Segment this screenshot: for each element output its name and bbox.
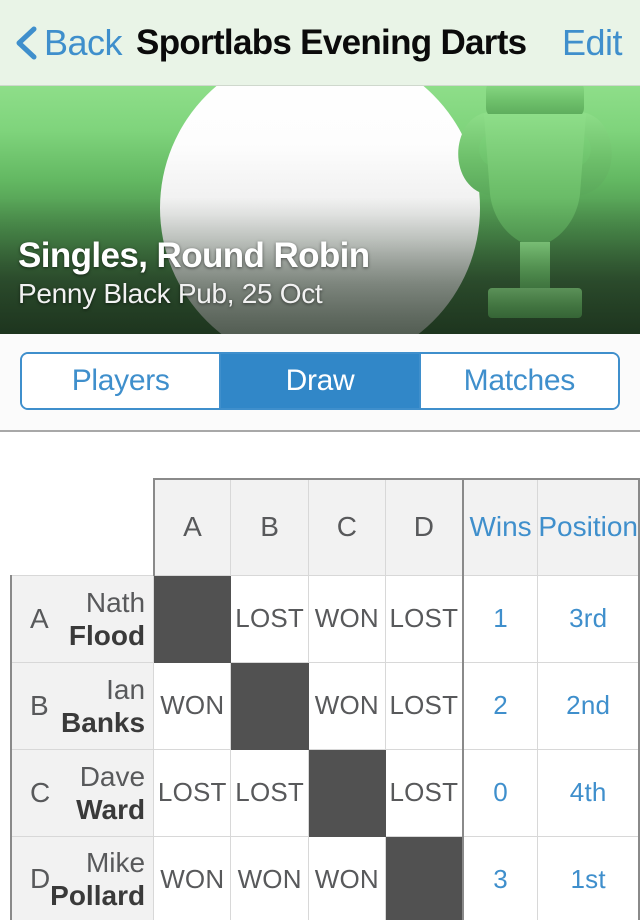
result-cell[interactable]: WON [307,574,386,663]
app-screen: Back Sportlabs Evening Darts Edit Single… [0,0,640,920]
diagonal-cell [153,574,232,663]
edit-button[interactable]: Edit [562,22,623,64]
draw-table: A B C D Wins Position A Nath Flood LOST … [10,478,640,920]
draw-table-container: A B C D Wins Position A Nath Flood LOST … [0,432,640,920]
player-name: Nath Flood [69,585,145,651]
wins-cell: 3 [461,835,539,920]
diagonal-cell [230,661,309,750]
row-letter: B [30,689,49,721]
row-letter: D [30,863,51,895]
chevron-left-icon [12,23,42,63]
diagonal-cell [307,748,386,837]
table-row[interactable]: C Dave Ward LOST LOST LOST 0 4th [10,748,640,837]
table-corner-cell [11,479,154,575]
segmented-control[interactable]: Players Draw Matches [20,352,620,410]
wins-cell: 2 [461,661,539,750]
hero-banner: Singles, Round Robin Penny Black Pub, 25… [0,86,640,334]
column-header-position[interactable]: Position [537,478,640,576]
position-cell: 2nd [537,661,640,750]
row-header-b[interactable]: B Ian Banks [10,661,155,750]
row-header-c[interactable]: C Dave Ward [10,748,155,837]
table-header-row: A B C D Wins Position [11,478,640,576]
result-cell[interactable]: WON [230,835,309,920]
result-cell[interactable]: LOST [230,574,309,663]
tab-draw-label: Draw [285,364,355,397]
table-row[interactable]: D Mike Pollard WON WON WON 3 1st [10,835,640,920]
player-first-name: Ian [106,673,146,705]
player-last-name: Flood [68,619,146,651]
share-icon[interactable] [455,258,507,306]
result-cell[interactable]: LOST [230,748,309,837]
wins-cell: 1 [461,574,539,663]
diagonal-cell [384,835,464,920]
tab-players-label: Players [71,364,170,397]
player-name: Dave Ward [76,759,145,825]
player-last-name: Banks [61,706,146,738]
table-row[interactable]: B Ian Banks WON WON LOST 2 2nd [10,661,640,750]
player-first-name: Dave [79,760,146,792]
tab-matches[interactable]: Matches [420,354,618,408]
back-button-label: Back [44,21,123,63]
position-cell: 4th [537,748,640,837]
player-name: Mike Pollard [50,846,145,912]
player-last-name: Ward [76,793,146,825]
player-first-name: Nath [85,586,146,618]
table-row[interactable]: A Nath Flood LOST WON LOST 1 3rd [10,574,640,663]
tab-players[interactable]: Players [22,354,222,408]
hero-subtitle: Penny Black Pub, 25 Oct [18,278,323,309]
wins-cell: 0 [461,748,539,837]
tab-matches-label: Matches [463,364,576,397]
position-cell: 1st [537,835,640,920]
photo-icon[interactable] [552,250,616,314]
row-header-d[interactable]: D Mike Pollard [10,835,155,920]
result-cell[interactable]: LOST [384,748,464,837]
column-header-a[interactable]: A [152,478,232,576]
position-cell: 3rd [537,574,640,663]
player-name: Ian Banks [61,672,145,738]
row-letter: A [30,602,49,634]
result-cell[interactable]: WON [153,835,232,920]
result-cell[interactable]: LOST [153,748,232,837]
hero-title: Singles, Round Robin [18,236,370,275]
column-header-wins[interactable]: Wins [461,478,539,576]
tab-draw[interactable]: Draw [221,354,421,408]
player-last-name: Pollard [50,880,146,912]
result-cell[interactable]: WON [307,661,386,750]
result-cell[interactable]: WON [153,661,232,750]
segmented-control-container: Players Draw Matches [0,334,640,432]
result-cell[interactable]: WON [307,835,386,920]
player-first-name: Mike [85,847,146,879]
row-letter: C [30,776,51,808]
column-header-c[interactable]: C [307,478,386,576]
back-button[interactable]: Back [12,21,123,64]
navigation-bar: Back Sportlabs Evening Darts Edit [0,0,640,86]
column-header-d[interactable]: D [384,478,464,576]
column-header-b[interactable]: B [230,478,309,576]
page-title: Sportlabs Evening Darts [136,22,527,62]
result-cell[interactable]: LOST [384,661,464,750]
result-cell[interactable]: LOST [384,574,464,663]
row-header-a[interactable]: A Nath Flood [10,574,155,663]
